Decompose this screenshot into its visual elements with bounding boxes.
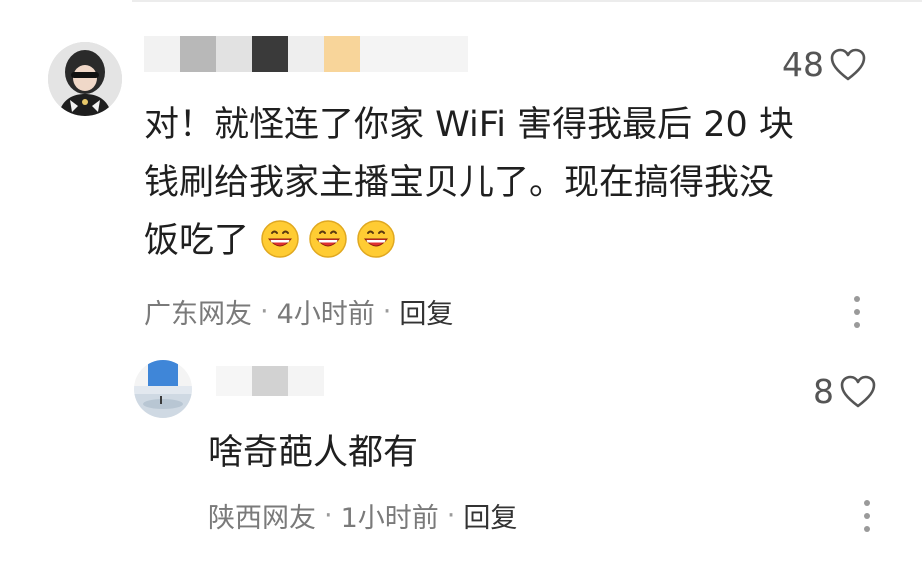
mosaic-block — [324, 36, 360, 72]
meta-separator: · — [324, 500, 333, 531]
comment-meta: 广东网友 · 4小时前 · 回复 — [144, 292, 453, 331]
like-button[interactable]: 48 — [782, 45, 866, 84]
mosaic-block — [288, 36, 324, 72]
avatar[interactable] — [48, 42, 122, 116]
meta-separator: · — [446, 500, 456, 531]
reply-button[interactable]: 回复 — [399, 292, 453, 331]
more-vertical-icon[interactable] — [863, 500, 871, 532]
more-dot — [864, 500, 870, 506]
mosaic-block — [252, 366, 288, 396]
mosaic-block — [180, 36, 216, 72]
more-dot — [854, 309, 860, 315]
like-count: 48 — [782, 45, 824, 84]
meta-separator: · — [382, 296, 392, 327]
mosaic-block — [252, 36, 288, 72]
location-label: 广东网友 — [144, 299, 252, 330]
more-dot — [854, 296, 860, 302]
mosaic-block — [144, 36, 180, 72]
more-dot — [864, 513, 870, 519]
reply-text: 啥奇葩人都有 — [208, 433, 419, 473]
like-count: 8 — [813, 372, 834, 411]
like-button[interactable]: 8 — [813, 372, 876, 411]
top-divider — [132, 0, 922, 2]
comment-line: 钱刷给我家主播宝贝儿了。现在搞得我没 — [144, 163, 775, 203]
more-dot — [864, 526, 870, 532]
username-mosaic[interactable] — [144, 36, 468, 72]
comment-line: 饭吃了 — [144, 212, 864, 270]
mosaic-block — [360, 36, 468, 72]
mosaic-block — [288, 366, 324, 396]
comment-line-text: 饭吃了 — [144, 221, 250, 261]
username-mosaic[interactable] — [216, 366, 324, 396]
timestamp: 4小时前 — [276, 299, 375, 330]
reply-meta: 陕西网友 · 1小时前 · 回复 — [208, 496, 517, 535]
comment-line: 对！就怪连了你家 WiFi 害得我最后 20 块 — [144, 105, 794, 145]
grinning-emoji-icon — [357, 220, 395, 258]
grinning-emoji-icon — [309, 220, 347, 258]
mosaic-block — [216, 366, 252, 396]
mosaic-block — [216, 36, 252, 72]
more-dot — [854, 322, 860, 328]
avatar[interactable] — [134, 360, 192, 418]
comment-text: 对！就怪连了你家 WiFi 害得我最后 20 块 钱刷给我家主播宝贝儿了。现在搞… — [144, 96, 864, 270]
reply-button[interactable]: 回复 — [463, 496, 517, 535]
heart-outline-icon — [840, 375, 876, 407]
more-vertical-icon[interactable] — [853, 296, 861, 328]
heart-outline-icon — [830, 48, 866, 80]
timestamp: 1小时前 — [340, 503, 439, 534]
grinning-emoji-icon — [261, 220, 299, 258]
location-label: 陕西网友 — [208, 503, 316, 534]
meta-separator: · — [260, 296, 269, 327]
